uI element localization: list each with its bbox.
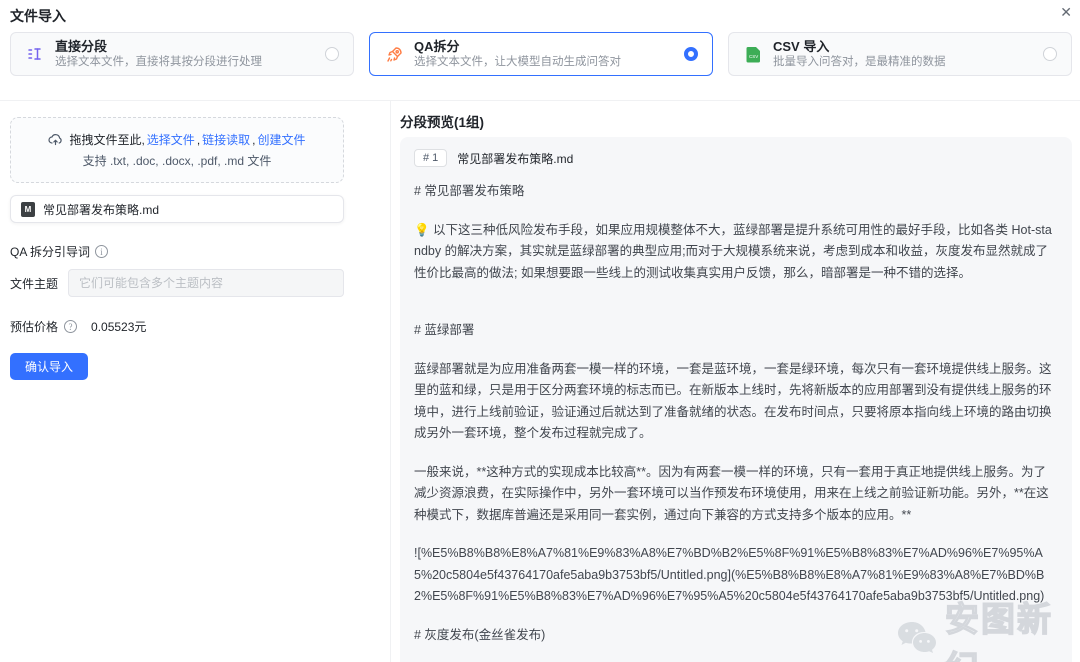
radio-selected[interactable] xyxy=(684,47,698,61)
file-dropzone[interactable]: 拖拽文件至此, 选择文件, 链接读取, 创建文件 支持 .txt, .doc, … xyxy=(10,117,344,183)
mode-desc: 批量导入问答对，是最精准的数据 xyxy=(773,55,946,68)
file-topic-label: 文件主题 xyxy=(10,276,59,291)
drag-hint-text: 拖拽文件至此, xyxy=(69,133,145,147)
horizontal-divider xyxy=(0,100,1080,101)
confirm-import-button[interactable]: 确认导入 xyxy=(10,353,89,380)
markdown-paragraph: # 蓝绿部署 xyxy=(414,323,475,337)
estimated-price-label: 预估价格 xyxy=(10,320,59,334)
cloud-upload-icon xyxy=(48,133,63,146)
page-title: 文件导入 xyxy=(10,8,66,24)
radio-unselected[interactable] xyxy=(1043,47,1057,61)
mode-title: 直接分段 xyxy=(55,38,108,54)
create-file-link[interactable]: 创建文件 xyxy=(258,131,306,148)
estimated-price-value: 0.05523元 xyxy=(91,320,147,334)
text-segment-icon xyxy=(25,44,45,64)
md-file-icon: M xyxy=(21,201,35,217)
mode-desc: 选择文本文件，直接将其按分段进行处理 xyxy=(55,55,262,68)
csv-file-icon: CSV xyxy=(743,44,763,64)
markdown-paragraph: 一般来说，**这种方式的实现成本比较高**。因为有两套一模一样的环境，只有一套用… xyxy=(414,464,1049,522)
file-import-dialog: 文件导入 ✕ 直接分段 选择文本文件，直接将其按分段进行处理 QA拆分 选择文本… xyxy=(0,0,1080,662)
file-topic-row: 文件主题 xyxy=(10,269,344,297)
mode-desc: 选择文本文件，让大模型自动生成问答对 xyxy=(414,55,621,68)
mode-card-csv-import[interactable]: CSV CSV 导入 批量导入问答对，是最精准的数据 xyxy=(728,32,1072,76)
qa-guide-label: QA 拆分引导词 xyxy=(10,245,91,259)
link-read-link[interactable]: 链接读取 xyxy=(202,131,250,148)
segment-index-badge: # 1 xyxy=(414,149,448,167)
info-icon[interactable]: i xyxy=(95,245,109,258)
supported-formats-text: 支持 .txt, .doc, .docx, .pdf, .md 文件 xyxy=(82,154,272,168)
import-mode-cards: 直接分段 选择文本文件，直接将其按分段进行处理 QA拆分 选择文本文件，让大模型… xyxy=(10,32,1072,76)
estimated-price-row: 预估价格 ? 0.05523元 xyxy=(10,318,146,335)
mode-card-qa-split[interactable]: QA拆分 选择文本文件，让大模型自动生成问答对 xyxy=(369,32,713,76)
close-icon[interactable]: ✕ xyxy=(1060,4,1072,21)
vertical-divider xyxy=(390,101,391,662)
mode-title: CSV 导入 xyxy=(773,38,830,54)
radio-unselected[interactable] xyxy=(325,47,339,61)
select-file-link[interactable]: 选择文件 xyxy=(147,131,195,148)
segment-preview-title: 分段预览(1组) xyxy=(400,115,484,130)
uploaded-file-item[interactable]: M 常见部署发布策略.md xyxy=(10,195,344,223)
qa-guide-label-row: QA 拆分引导词 i xyxy=(10,243,109,260)
segment-filename: 常见部署发布策略.md xyxy=(457,151,574,166)
svg-text:CSV: CSV xyxy=(749,54,758,59)
markdown-paragraph: 蓝绿部署就是为应用准备两套一模一样的环境，一套是蓝环境，一套是绿环境，每次只有一… xyxy=(414,361,1052,441)
markdown-paragraph: # 常见部署发布策略 xyxy=(414,184,525,198)
mode-card-direct-segment[interactable]: 直接分段 选择文本文件，直接将其按分段进行处理 xyxy=(10,32,354,76)
rocket-icon xyxy=(384,44,404,64)
question-icon[interactable]: ? xyxy=(64,320,78,333)
segment-preview-card: # 1 常见部署发布策略.md # 常见部署发布策略 💡 以下这三种低风险发布手… xyxy=(400,137,1072,662)
mode-title: QA拆分 xyxy=(414,38,460,54)
markdown-paragraph: # 灰度发布(金丝雀发布) xyxy=(414,627,546,642)
file-topic-input[interactable] xyxy=(68,269,344,297)
markdown-paragraph: 💡 以下这三种低风险发布手段，如果应用规模整体不大，蓝绿部署是提升系统可用性的最… xyxy=(414,222,1052,280)
markdown-preview-body: # 常见部署发布策略 💡 以下这三种低风险发布手段，如果应用规模整体不大，蓝绿部… xyxy=(414,181,1058,662)
markdown-paragraph: ![%E5%B8%B8%E8%A7%81%E9%83%A8%E7%BD%B2%E… xyxy=(414,546,1045,603)
file-name: 常见部署发布策略.md xyxy=(43,202,160,217)
